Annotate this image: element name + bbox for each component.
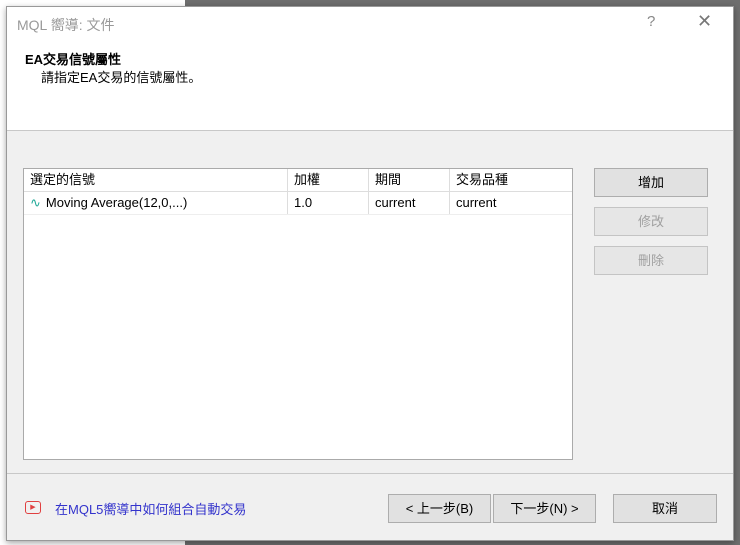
signal-period: current xyxy=(369,192,450,214)
signal-weight: 1.0 xyxy=(288,192,369,214)
page-subtitle: 請指定EA交易的信號屬性。 xyxy=(41,70,202,85)
video-icon: ▶ xyxy=(25,501,41,514)
signals-list[interactable]: 選定的信號 加權 期間 交易品種 ∿ Moving Average(12,0,..… xyxy=(23,168,573,460)
help-button[interactable]: ? xyxy=(647,13,655,30)
wizard-dialog: MQL 嚮導: 文件 ? ✕ EA交易信號屬性 請指定EA交易的信號屬性。 選定… xyxy=(6,6,734,541)
page-title: EA交易信號屬性 xyxy=(25,52,122,67)
window-title: MQL 嚮導: 文件 xyxy=(17,17,115,33)
edit-button[interactable]: 修改 xyxy=(594,207,708,236)
signal-chart-icon: ∿ xyxy=(30,195,41,210)
list-header: 選定的信號 加權 期間 交易品種 xyxy=(24,169,572,192)
header-panel: MQL 嚮導: 文件 ? ✕ EA交易信號屬性 請指定EA交易的信號屬性。 xyxy=(7,7,733,131)
footer-divider xyxy=(7,473,733,474)
signal-symbol: current xyxy=(456,195,497,210)
back-button[interactable]: < 上一步(B) xyxy=(388,494,491,523)
close-button[interactable]: ✕ xyxy=(697,11,712,32)
column-signal[interactable]: 選定的信號 xyxy=(24,169,288,191)
next-button[interactable]: 下一步(N) > xyxy=(493,494,596,523)
column-period[interactable]: 期間 xyxy=(369,169,450,191)
add-button[interactable]: 增加 xyxy=(594,168,708,197)
signal-name: Moving Average(12,0,...) xyxy=(45,195,188,210)
cancel-button[interactable]: 取消 xyxy=(613,494,717,523)
delete-button[interactable]: 刪除 xyxy=(594,246,708,275)
list-item[interactable]: ∿ Moving Average(12,0,...) 1.0 current cu… xyxy=(24,192,572,215)
column-weight[interactable]: 加權 xyxy=(288,169,369,191)
column-symbol[interactable]: 交易品種 xyxy=(450,169,572,191)
help-video-link[interactable]: 在MQL5嚮導中如何組合自動交易 xyxy=(55,499,246,518)
